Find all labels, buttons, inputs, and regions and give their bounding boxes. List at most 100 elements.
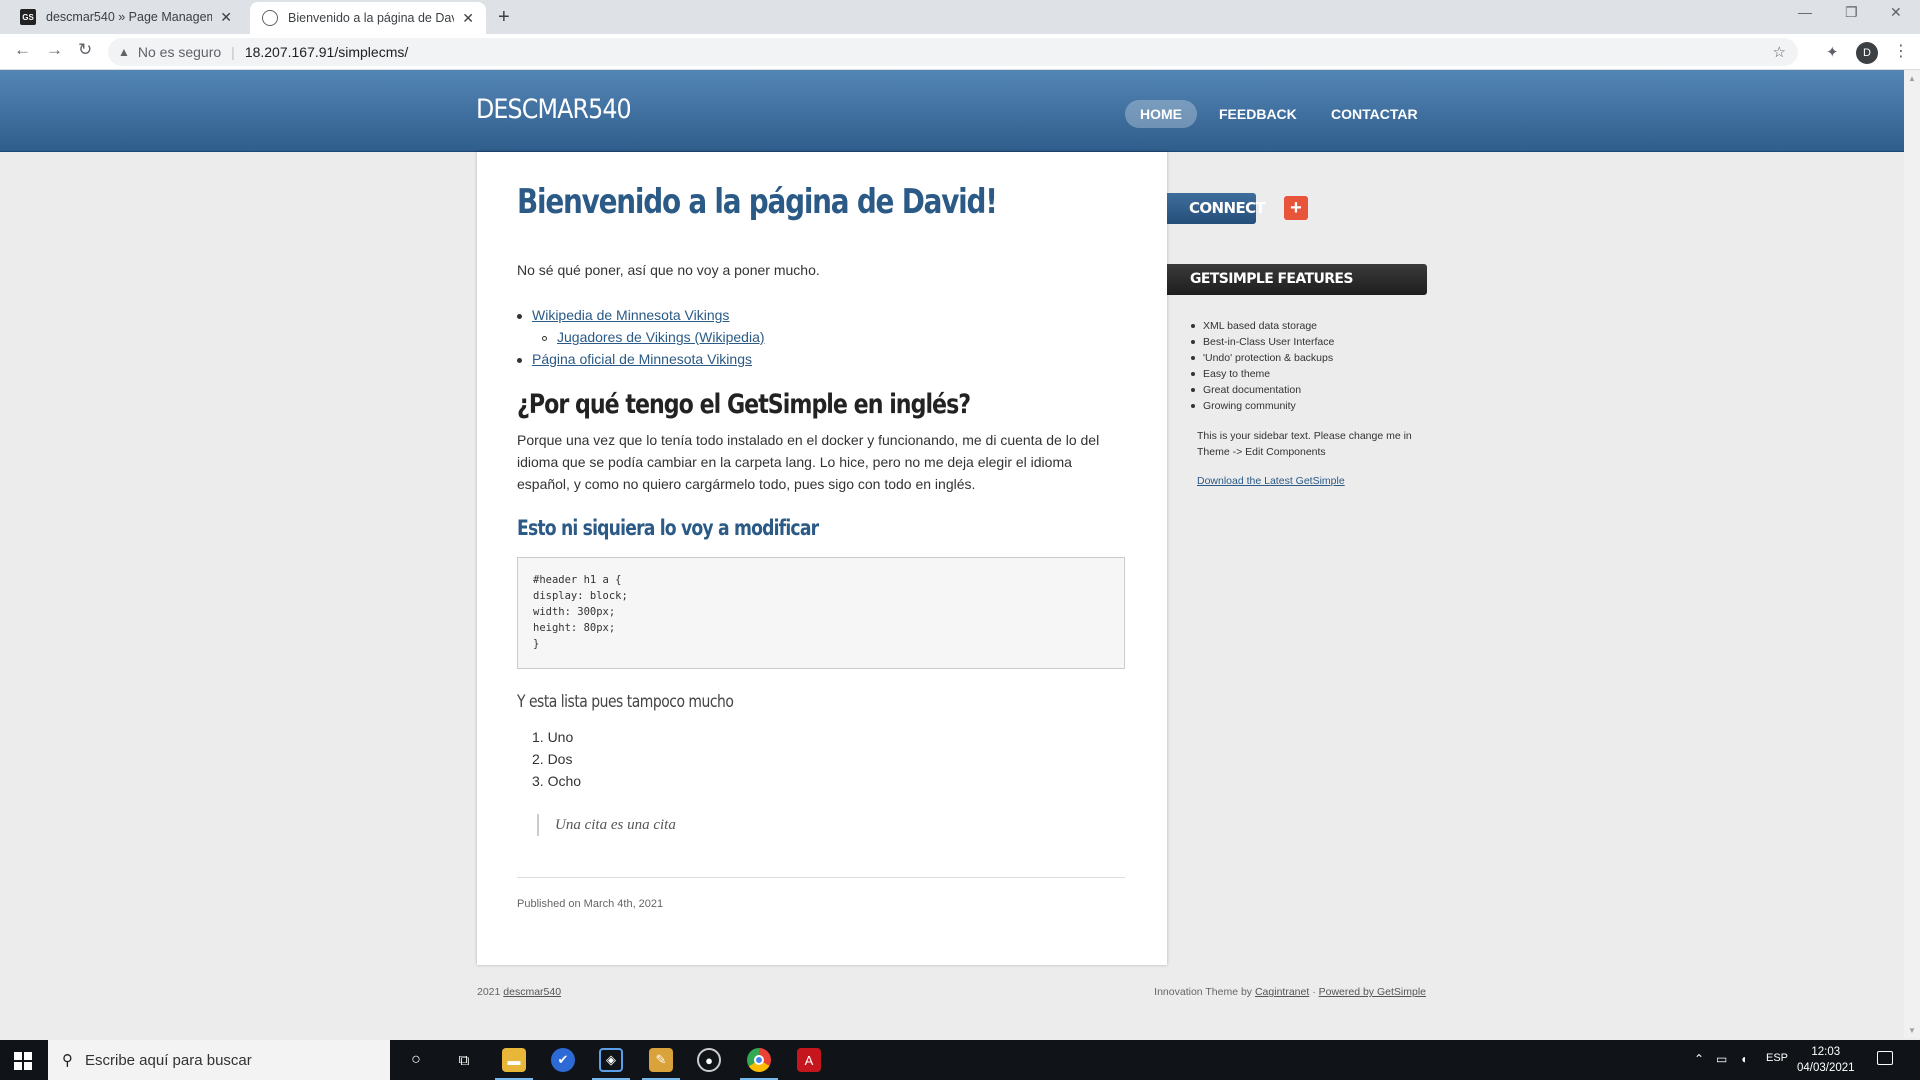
footer-copyright: 2021 descmar540 (477, 986, 561, 998)
windows-start-icon[interactable] (14, 1052, 32, 1070)
close-window-icon[interactable]: ✕ (1890, 4, 1902, 21)
clock-date: 04/03/2021 (1797, 1062, 1855, 1074)
tab-title: Bienvenido a la página de David! (288, 11, 455, 25)
acrobat-icon[interactable]: A (797, 1048, 821, 1072)
browser-menu-icon[interactable]: ⋮ (1893, 41, 1909, 61)
intro-text: No sé qué poner, así que no voy a poner … (517, 262, 820, 278)
page-scrollbar[interactable]: ▲ ▼ (1904, 70, 1920, 1038)
chrome-icon[interactable] (747, 1048, 771, 1072)
network-icon[interactable]: ▭ (1716, 1052, 1727, 1066)
omnibox-divider: | (231, 44, 235, 60)
code-line: height: 80px; (533, 622, 616, 634)
tab-page-management[interactable]: GS descmar540 » Page Management ✕ (8, 0, 244, 34)
site-logo[interactable]: DESCMAR540 (476, 94, 632, 125)
list-item: 1. Uno (532, 729, 574, 745)
section-heading: ¿Por qué tengo el GetSimple en inglés? (517, 389, 971, 420)
nav-contactar[interactable]: CONTACTAR (1316, 100, 1433, 128)
footer-year: 2021 (477, 986, 501, 998)
list-item: Great documentation (1191, 382, 1334, 398)
close-tab-icon[interactable]: ✕ (220, 9, 232, 26)
extensions-puzzle-icon[interactable]: ✦ (1826, 43, 1839, 61)
list-item: Wikipedia de Minnesota Vikings (517, 304, 729, 326)
bullet-icon (1191, 324, 1195, 329)
tab-title: descmar540 » Page Management (46, 10, 213, 24)
task-view-icon[interactable]: ⧉ (452, 1048, 476, 1072)
restore-icon[interactable]: ❐ (1845, 4, 1858, 21)
blockquote: Una cita es una cita (537, 814, 676, 836)
bullet-icon (1191, 356, 1195, 361)
taskbar-search-input[interactable]: ⚲ Escribe aquí para buscar (48, 1040, 390, 1080)
footer-powered-link[interactable]: Powered by GetSimple (1319, 986, 1426, 998)
volume-icon[interactable]: ◖ (1740, 1052, 1747, 1066)
forward-icon[interactable]: → (46, 40, 63, 60)
browser-toolbar: ← → ↻ ▲ No es seguro | 18.207.167.91/sim… (0, 34, 1920, 70)
notifications-icon[interactable] (1877, 1051, 1893, 1065)
footer-separator: · (1312, 986, 1316, 998)
list-item: 2. Dos (532, 751, 573, 767)
list-item: Growing community (1191, 398, 1334, 414)
address-bar[interactable]: ▲ No es seguro | 18.207.167.91/simplecms… (108, 38, 1798, 66)
feature-label: XML based data storage (1203, 320, 1318, 332)
bullet-icon (517, 357, 522, 363)
add-plus-icon[interactable]: + (1284, 196, 1308, 220)
app-icon-blue[interactable]: ✔ (551, 1048, 575, 1072)
code-line: } (533, 638, 540, 650)
show-hidden-icons-icon[interactable]: ⌃ (1694, 1052, 1704, 1066)
subsection-heading: Esto ni siquiera lo voy a modificar (517, 516, 819, 540)
close-tab-icon[interactable]: ✕ (462, 10, 474, 27)
cortana-icon[interactable]: ○ (404, 1048, 428, 1072)
tab-active-home[interactable]: Bienvenido a la página de David! ✕ (250, 2, 486, 34)
code-line: #header h1 a { (533, 574, 622, 586)
link-vikings-players[interactable]: Jugadores de Vikings (Wikipedia) (557, 329, 765, 345)
reload-icon[interactable]: ↻ (78, 40, 92, 60)
url-text[interactable]: 18.207.167.91/simplecms/ (245, 44, 408, 60)
footer-theme-text: Innovation Theme by (1154, 986, 1253, 998)
nav-home[interactable]: HOME (1125, 100, 1197, 128)
file-explorer-icon[interactable]: ▬ (502, 1048, 526, 1072)
link-wikipedia-vikings[interactable]: Wikipedia de Minnesota Vikings (532, 307, 729, 323)
list-item: 'Undo' protection & backups (1191, 350, 1334, 366)
virtualbox-icon[interactable]: ◈ (599, 1048, 623, 1072)
minimize-icon[interactable]: — (1798, 4, 1812, 20)
link-official-vikings[interactable]: Página oficial de Minnesota Vikings (532, 351, 752, 367)
list-item: 3. Ocho (532, 773, 582, 789)
bullet-icon (1191, 404, 1195, 409)
download-getsimple-link[interactable]: Download the Latest GetSimple (1197, 475, 1345, 487)
language-indicator[interactable]: ESP (1766, 1052, 1788, 1064)
browser-tab-strip: GS descmar540 » Page Management ✕ Bienve… (0, 0, 1920, 34)
new-tab-icon[interactable]: + (498, 6, 510, 29)
bullet-icon (1191, 372, 1195, 377)
list-item: Página oficial de Minnesota Vikings (517, 348, 752, 370)
bullet-icon (1191, 340, 1195, 345)
clock-time: 12:03 (1811, 1046, 1841, 1058)
content-divider (517, 877, 1125, 878)
main-content: Bienvenido a la página de David! No sé q… (477, 152, 1167, 965)
obs-icon[interactable]: ● (697, 1048, 721, 1072)
list-item: Best-in-Class User Interface (1191, 334, 1334, 350)
scroll-up-icon[interactable]: ▲ (1908, 74, 1916, 83)
profile-avatar[interactable]: D (1856, 42, 1878, 64)
warning-icon: ▲ (118, 45, 130, 59)
page-title: Bienvenido a la página de David! (517, 182, 998, 222)
scroll-down-icon[interactable]: ▼ (1908, 1026, 1916, 1035)
features-list: XML based data storage Best-in-Class Use… (1191, 318, 1334, 414)
search-placeholder: Escribe aquí para buscar (85, 1051, 252, 1069)
bullet-icon (1191, 388, 1195, 393)
published-date: Published on March 4th, 2021 (517, 898, 664, 910)
ordered-list: 1. Uno 2. Dos 3. Ocho (532, 726, 581, 792)
connect-heading: CONNECT (1167, 193, 1266, 224)
back-icon[interactable]: ← (14, 40, 31, 60)
security-label: No es seguro (137, 44, 222, 60)
app-icon-tools[interactable]: ✎ (649, 1048, 673, 1072)
taskbar-clock[interactable]: 12:03 04/03/2021 (1797, 1044, 1855, 1076)
list-item: Jugadores de Vikings (Wikipedia) (542, 326, 765, 348)
footer-site-link[interactable]: descmar540 (503, 986, 561, 998)
sidebar-text: This is your sidebar text. Please change… (1197, 430, 1412, 458)
body-paragraph: Porque una vez que lo tenía todo instala… (517, 432, 1100, 492)
list-item: Easy to theme (1191, 366, 1334, 382)
site-header: DESCMAR540 HOME FEEDBACK CONTACTAR (0, 70, 1904, 152)
nav-feedback[interactable]: FEEDBACK (1204, 100, 1312, 128)
footer-theme-author-link[interactable]: Cagintranet (1255, 986, 1309, 998)
list-item: XML based data storage (1191, 318, 1334, 334)
bookmark-star-icon[interactable]: ☆ (1773, 43, 1786, 61)
